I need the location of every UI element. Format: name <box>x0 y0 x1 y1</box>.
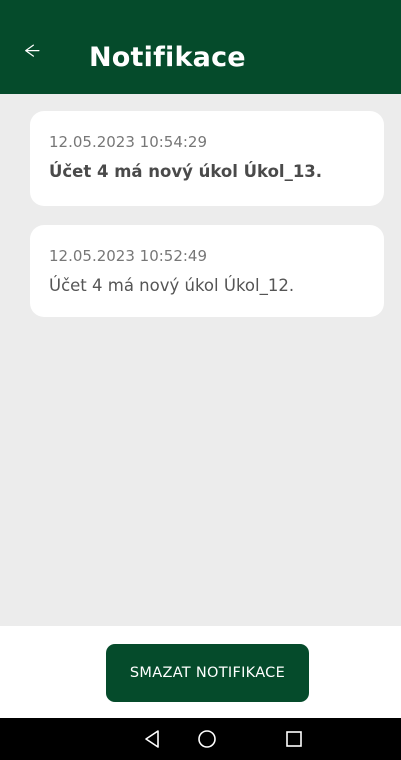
nav-home-button[interactable] <box>195 727 219 751</box>
notification-message: Účet 4 má nový úkol Úkol_12. <box>49 276 295 295</box>
app-bar: Notifikace <box>0 0 401 94</box>
triangle-back-icon <box>145 730 159 748</box>
notification-card[interactable]: 12.05.2023 10:52:49 Účet 4 má nový úkol … <box>30 225 384 317</box>
notification-list: 12.05.2023 10:54:29 Účet 4 má nový úkol … <box>0 94 401 626</box>
notification-timestamp: 12.05.2023 10:54:29 <box>49 133 208 151</box>
system-navigation-bar <box>0 718 401 760</box>
notification-message: Účet 4 má nový úkol Úkol_13. <box>49 162 323 181</box>
arrow-left-icon <box>25 44 40 57</box>
notification-card[interactable]: 12.05.2023 10:54:29 Účet 4 má nový úkol … <box>30 111 384 206</box>
nav-recents-button[interactable] <box>282 727 306 751</box>
notification-timestamp: 12.05.2023 10:52:49 <box>49 247 208 265</box>
clear-notifications-button[interactable]: SMAZAT NOTIFIKACE <box>106 644 309 702</box>
circle-home-icon <box>198 730 216 748</box>
back-button[interactable] <box>18 33 58 73</box>
page-title: Notifikace <box>89 42 246 73</box>
square-recents-icon <box>286 731 302 747</box>
bottom-bar: SMAZAT NOTIFIKACE <box>0 626 401 718</box>
nav-back-button[interactable] <box>141 727 165 751</box>
